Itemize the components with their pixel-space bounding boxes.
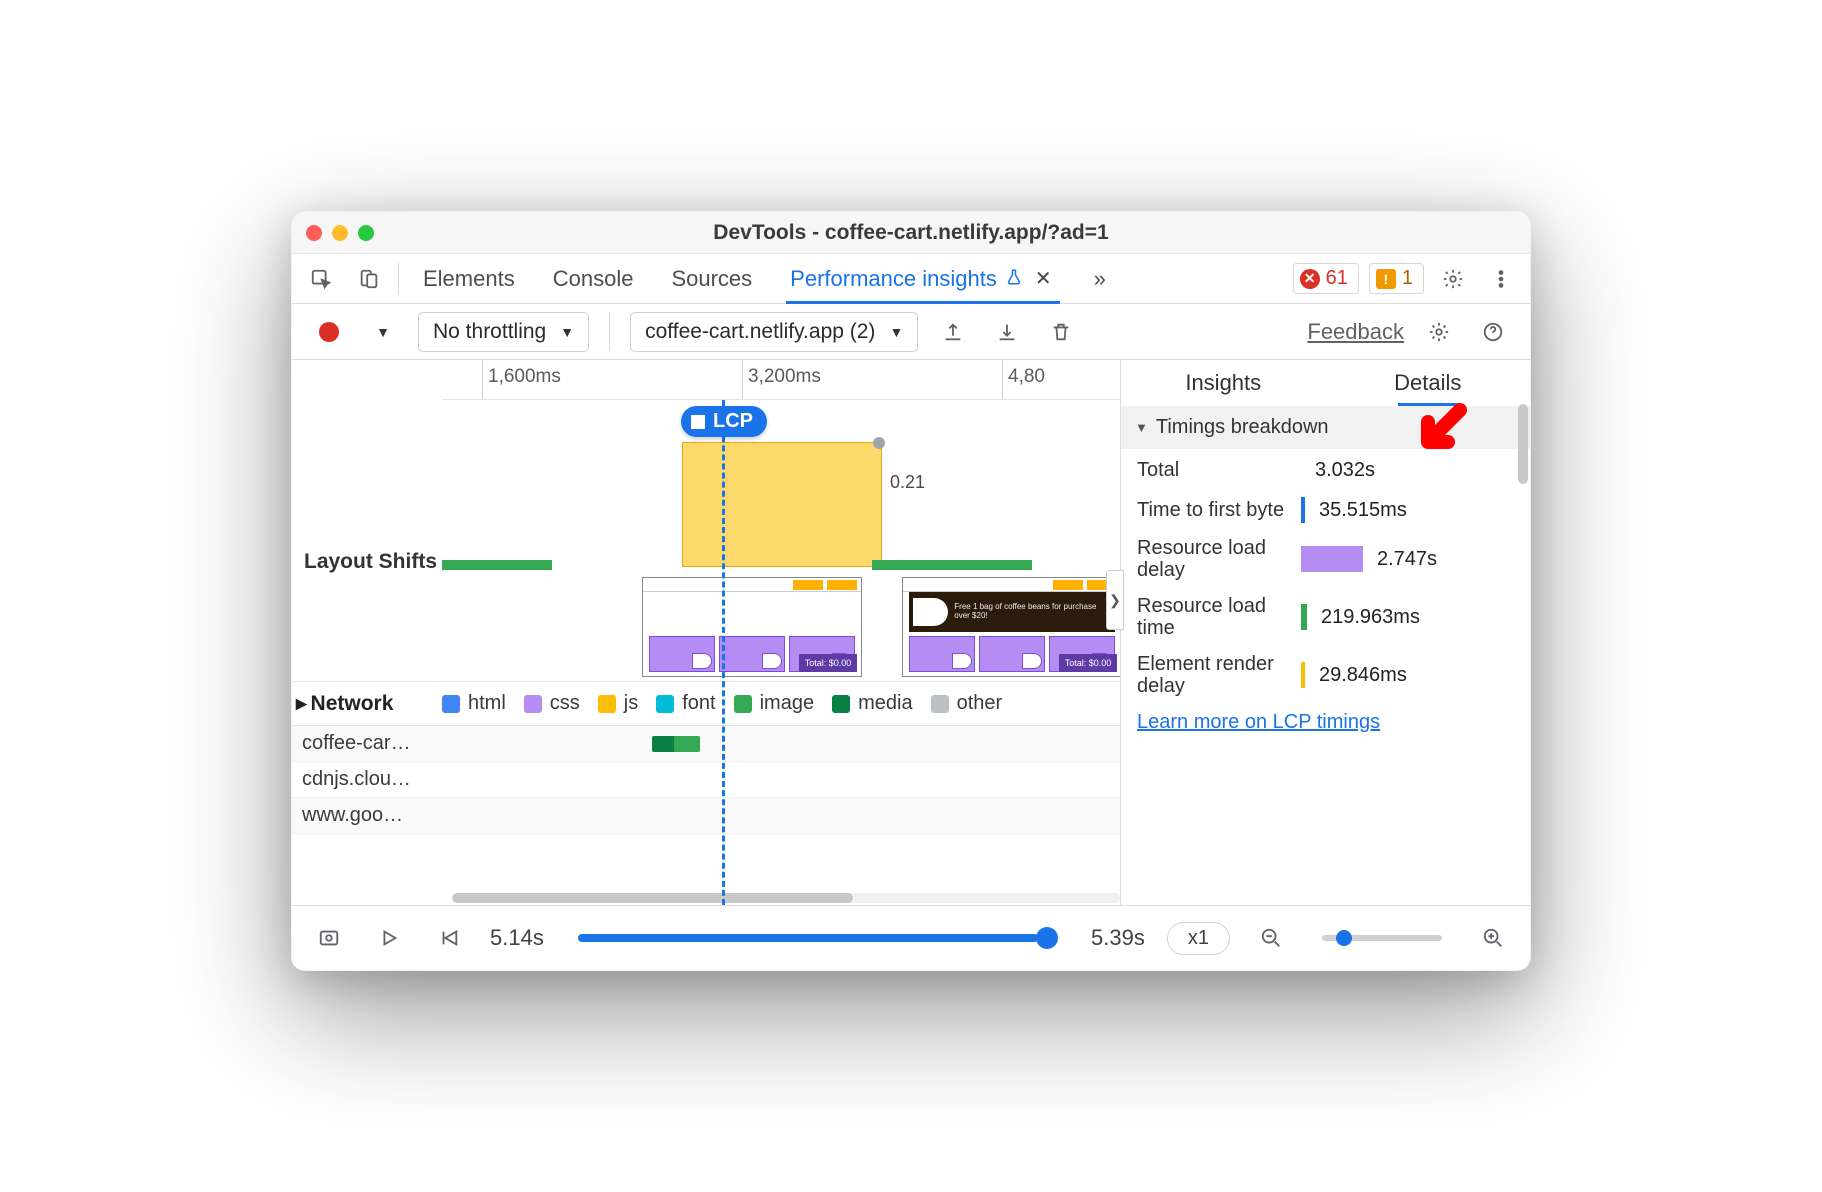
warnings-count: 1: [1402, 267, 1413, 290]
playback-bar: 5.14s 5.39s x1: [292, 906, 1530, 970]
filmstrip-thumb[interactable]: Free 1 bag of coffee beans for purchase …: [902, 577, 1120, 677]
settings-gear-icon[interactable]: [1434, 260, 1472, 298]
tab-performance-insights[interactable]: Performance insights ✕: [786, 254, 1059, 303]
swatch-other-icon: [931, 695, 949, 713]
swatch-css-icon: [524, 695, 542, 713]
swatch-font-icon: [656, 695, 674, 713]
swatch-image-icon: [734, 695, 752, 713]
swatch-html-icon: [442, 695, 460, 713]
main-split: 1,600ms 3,200ms 4,80 LCP Layout Shifts: [292, 360, 1530, 906]
devtools-window: DevTools - coffee-cart.netlify.app/?ad=1…: [291, 211, 1531, 971]
help-icon[interactable]: [1474, 313, 1512, 351]
collapse-sidebar-button[interactable]: ❯: [1106, 570, 1124, 630]
ruler-tick: 4,80: [1008, 366, 1045, 388]
cls-bar: [872, 560, 1032, 570]
import-icon[interactable]: [988, 313, 1026, 351]
request-name: www.goo…: [292, 804, 442, 827]
tab-insights[interactable]: Insights: [1121, 360, 1326, 406]
filmstrip-thumb[interactable]: Total: $0.00: [642, 577, 862, 677]
warning-icon: !: [1376, 269, 1396, 289]
delete-icon[interactable]: [1042, 313, 1080, 351]
cls-block[interactable]: [682, 442, 882, 567]
zoom-slider[interactable]: [1322, 935, 1442, 941]
divider: [609, 312, 610, 351]
network-row[interactable]: coffee-car…: [292, 726, 1120, 762]
more-menu-icon[interactable]: [1482, 260, 1520, 298]
flask-icon: [1005, 266, 1023, 292]
insights-toolbar: ▼ No throttling▼ coffee-cart.netlify.app…: [292, 304, 1530, 360]
panel-tabs-bar: Elements Console Sources Performance ins…: [292, 254, 1530, 304]
vertical-scrollbar[interactable]: [1518, 404, 1528, 484]
minimize-window-button[interactable]: [332, 225, 348, 241]
request-bar[interactable]: [674, 736, 700, 752]
close-window-button[interactable]: [306, 225, 322, 241]
window-title: DevTools - coffee-cart.netlify.app/?ad=1: [292, 221, 1530, 245]
details-pane: ❯ Insights Details Timings breakdown Tot…: [1120, 360, 1530, 905]
metric-resource-load-time: Resource load time 219.963ms: [1137, 595, 1514, 639]
metric-ttfb: Time to first byte 35.515ms: [1137, 497, 1514, 523]
network-row[interactable]: www.goo…: [292, 798, 1120, 834]
window-controls: [306, 225, 374, 241]
insights-settings-icon[interactable]: [1420, 313, 1458, 351]
seek-slider[interactable]: [578, 934, 1057, 942]
preview-icon[interactable]: [310, 919, 348, 957]
cls-bar: [442, 560, 552, 570]
rewind-button[interactable]: [430, 919, 468, 957]
metric-resource-load-delay: Resource load delay 2.747s: [1137, 537, 1514, 581]
warnings-badge[interactable]: ! 1: [1369, 263, 1424, 294]
request-name: cdnjs.clou…: [292, 768, 442, 791]
total-time: 5.39s: [1091, 925, 1145, 951]
lcp-marker[interactable]: LCP: [681, 406, 767, 437]
tab-elements[interactable]: Elements: [419, 254, 519, 303]
swatch-js-icon: [598, 695, 616, 713]
zoom-in-button[interactable]: [1474, 919, 1512, 957]
error-icon: ✕: [1300, 269, 1320, 289]
ruler-tick: 3,200ms: [748, 366, 821, 388]
cls-value: 0.21: [890, 472, 925, 493]
errors-count: 61: [1326, 267, 1348, 290]
tab-console[interactable]: Console: [549, 254, 638, 303]
play-button[interactable]: [370, 919, 408, 957]
inspect-element-icon[interactable]: [302, 260, 340, 298]
speed-select[interactable]: x1: [1167, 922, 1230, 955]
device-toolbar-icon[interactable]: [350, 260, 388, 298]
network-track: ▸ Network html css js font image media o…: [292, 682, 1120, 905]
errors-badge[interactable]: ✕ 61: [1293, 263, 1359, 294]
network-toggle[interactable]: ▸ Network: [292, 691, 442, 716]
metric-total: Total 3.032s: [1137, 457, 1514, 483]
thumb-total-badge: Total: $0.00: [799, 654, 857, 672]
record-menu-caret[interactable]: ▼: [364, 313, 402, 351]
network-row[interactable]: cdnjs.clou…: [292, 762, 1120, 798]
metric-element-render-delay: Element render delay 29.846ms: [1137, 653, 1514, 697]
swatch-media-icon: [832, 695, 850, 713]
maximize-window-button[interactable]: [358, 225, 374, 241]
export-icon[interactable]: [934, 313, 972, 351]
tab-sources[interactable]: Sources: [667, 254, 756, 303]
annotation-arrow-icon: [1410, 400, 1470, 460]
playhead[interactable]: LCP: [722, 400, 725, 905]
timeline-pane[interactable]: 1,600ms 3,200ms 4,80 LCP Layout Shifts: [292, 360, 1120, 905]
track-label: Layout Shifts: [292, 442, 442, 681]
target-select[interactable]: coffee-cart.netlify.app (2)▼: [630, 312, 918, 352]
current-time: 5.14s: [490, 925, 544, 951]
divider: [398, 263, 399, 295]
throttling-select[interactable]: No throttling▼: [418, 312, 589, 352]
ruler-tick: 1,600ms: [488, 366, 561, 388]
close-tab-icon[interactable]: ✕: [1031, 266, 1056, 291]
time-ruler[interactable]: 1,600ms 3,200ms 4,80: [442, 360, 1120, 400]
record-button[interactable]: [310, 313, 348, 351]
tracks-area[interactable]: LCP Layout Shifts 0.21: [292, 400, 1120, 905]
zoom-out-button[interactable]: [1252, 919, 1290, 957]
more-tabs-button[interactable]: »: [1090, 254, 1110, 303]
titlebar: DevTools - coffee-cart.netlify.app/?ad=1: [292, 212, 1530, 254]
layout-shifts-track: Layout Shifts 0.21 Total: $0.: [292, 442, 1120, 682]
thumb-total-badge: Total: $0.00: [1059, 654, 1117, 672]
request-name: coffee-car…: [292, 732, 442, 755]
learn-more-link[interactable]: Learn more on LCP timings: [1137, 711, 1380, 733]
feedback-link[interactable]: Feedback: [1307, 319, 1404, 345]
horizontal-scrollbar[interactable]: [452, 893, 1120, 903]
